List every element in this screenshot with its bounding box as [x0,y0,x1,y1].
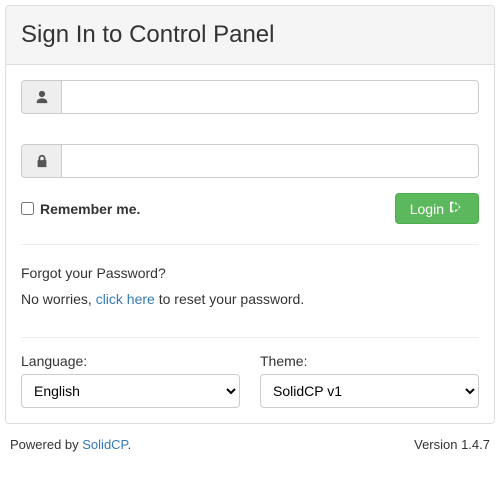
remember-checkbox[interactable] [21,202,34,215]
forgot-link[interactable]: click here [96,291,155,307]
page-title: Sign In to Control Panel [21,21,479,49]
divider-bottom [21,337,479,338]
remember-wrap: Remember me. [21,201,140,217]
login-button-label: Login [410,201,444,217]
language-select[interactable]: English [21,374,240,408]
language-col: Language: English [21,353,240,408]
theme-col: Theme: SolidCP v1 [260,353,479,408]
username-group [21,80,479,114]
lock-icon [21,144,61,178]
language-label: Language: [21,353,240,369]
divider [21,244,479,245]
theme-label: Theme: [260,353,479,369]
forgot-text-after: to reset your password. [155,291,304,307]
powered-by: Powered by SolidCP. [10,437,131,452]
forgot-help: No worries, click here to reset your pas… [21,291,479,307]
forgot-text-before: No worries, [21,291,96,307]
password-group [21,144,479,178]
user-icon [21,80,61,114]
remember-row: Remember me. Login [21,193,479,224]
panel-body: Remember me. Login Forgot your Password?… [6,65,494,423]
version-label: Version 1.4.7 [414,437,490,452]
login-panel: Sign In to Control Panel Remember me. Lo… [5,5,495,424]
signin-icon [450,200,464,217]
login-button[interactable]: Login [395,193,479,224]
theme-select[interactable]: SolidCP v1 [260,374,479,408]
powered-link[interactable]: SolidCP [82,437,127,452]
forgot-title: Forgot your Password? [21,265,479,281]
forgot-section: Forgot your Password? No worries, click … [21,265,479,307]
powered-suffix: . [128,437,132,452]
selects-row: Language: English Theme: SolidCP v1 [21,353,479,408]
password-input[interactable] [61,144,479,178]
footer: Powered by SolidCP. Version 1.4.7 [0,429,500,460]
remember-label: Remember me. [40,201,140,217]
powered-prefix: Powered by [10,437,82,452]
username-input[interactable] [61,80,479,114]
panel-heading: Sign In to Control Panel [6,6,494,65]
